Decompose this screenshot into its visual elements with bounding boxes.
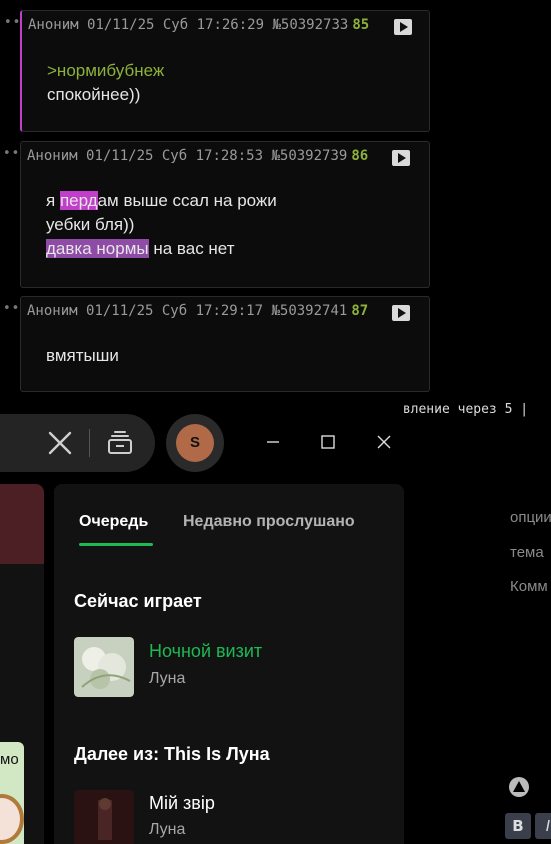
post-author: Аноним [27, 303, 78, 319]
post-line: давка нормы на вас нет [46, 237, 277, 261]
post-body: вмятыши [46, 344, 119, 368]
post-menu-dots[interactable]: •• [3, 301, 20, 316]
spotify-window: S мо Очередь Недавно прослушано Сейчас и… [0, 396, 404, 844]
now-playing-heading: Сейчас играет [74, 591, 202, 611]
main-view-panel: мо [0, 484, 44, 844]
divider [89, 429, 90, 457]
post-85: •• Аноним 01/11/25 Суб 17:26:29 №5039273… [4, 10, 430, 132]
post-menu-dots[interactable]: •• [4, 15, 21, 30]
text-fragment: ам выше ссал на рожи [97, 191, 277, 210]
post-number: 85 [352, 17, 370, 33]
maximize-icon[interactable] [318, 432, 338, 452]
post-id-link[interactable]: №50392739 [271, 148, 347, 164]
post-body: >нормибубнеж спокойнее)) [47, 59, 164, 107]
play-icon[interactable] [394, 19, 412, 35]
post-id-link[interactable]: №50392741 [271, 303, 347, 319]
post-date: 01/11/25 Суб 17:28:53 [86, 148, 264, 164]
now-playing-cover[interactable] [74, 637, 134, 697]
warning-icon[interactable] [508, 776, 530, 798]
post-author: Аноним [27, 148, 78, 164]
clear-search-icon[interactable] [47, 430, 73, 456]
tab-recently-played[interactable]: Недавно прослушано [183, 513, 355, 531]
next-track-artist[interactable]: Луна [149, 821, 185, 839]
text-fragment: на вас нет [148, 239, 235, 258]
queue-panel: Очередь Недавно прослушано Сейчас играет… [54, 484, 404, 844]
tab-queue[interactable]: Очередь [79, 513, 148, 531]
next-up-heading: Далее из: This Is Луна [74, 744, 270, 764]
quote-line: >нормибубнеж [47, 61, 165, 80]
search-bar[interactable] [0, 414, 155, 472]
now-playing-artist[interactable]: Луна [149, 670, 185, 688]
topic-link[interactable]: тема [510, 544, 544, 561]
minimize-icon[interactable] [263, 432, 283, 452]
avatar[interactable]: S [176, 424, 214, 462]
post-line: вмятыши [46, 346, 119, 365]
next-track-title[interactable]: Мій звір [149, 793, 215, 814]
post-header: Аноним 01/11/25 Суб 17:26:29 №50392733 85 [28, 17, 369, 33]
card-tile-text: мо [0, 751, 19, 768]
post-header: Аноним 01/11/25 Суб 17:29:17 №50392741 87 [27, 303, 368, 319]
post-menu-dots[interactable]: •• [3, 146, 20, 161]
post-line: я пердам выше ссал на рожи [46, 189, 277, 213]
play-icon[interactable] [392, 150, 410, 166]
header-banner [0, 484, 44, 564]
highlighted-text: перд [59, 191, 98, 210]
post-body: я пердам выше ссал на рожи уебки бля)) д… [46, 189, 277, 261]
post-date: 01/11/25 Суб 17:26:29 [87, 17, 265, 33]
highlighted-text: давка нормы [46, 239, 149, 258]
next-track-cover[interactable] [74, 790, 134, 844]
bold-button[interactable]: B [505, 813, 531, 839]
close-icon[interactable] [374, 432, 394, 452]
post-86: •• Аноним 01/11/25 Суб 17:28:53 №5039273… [3, 141, 430, 288]
post-line: уебки бля)) [46, 215, 135, 234]
italic-button[interactable]: I [535, 813, 551, 839]
post-line: спокойнее)) [47, 85, 141, 104]
browse-icon[interactable] [106, 430, 134, 456]
post-number: 86 [351, 148, 369, 164]
post-author: Аноним [28, 17, 79, 33]
active-tab-indicator [79, 543, 153, 546]
post-id-link[interactable]: №50392733 [272, 17, 348, 33]
options-link[interactable]: опции [510, 509, 551, 526]
post-87: •• Аноним 01/11/25 Суб 17:29:17 №5039274… [3, 296, 430, 392]
post-header: Аноним 01/11/25 Суб 17:28:53 №50392739 86 [27, 148, 368, 164]
now-playing-title[interactable]: Ночной визит [149, 641, 262, 662]
post-number: 87 [351, 303, 369, 319]
comment-link[interactable]: Комм [510, 578, 548, 595]
auto-update-status: овление через 5 | [395, 402, 529, 417]
post-date: 01/11/25 Суб 17:29:17 [86, 303, 264, 319]
play-icon[interactable] [392, 305, 410, 321]
text-fragment: я [46, 191, 60, 210]
